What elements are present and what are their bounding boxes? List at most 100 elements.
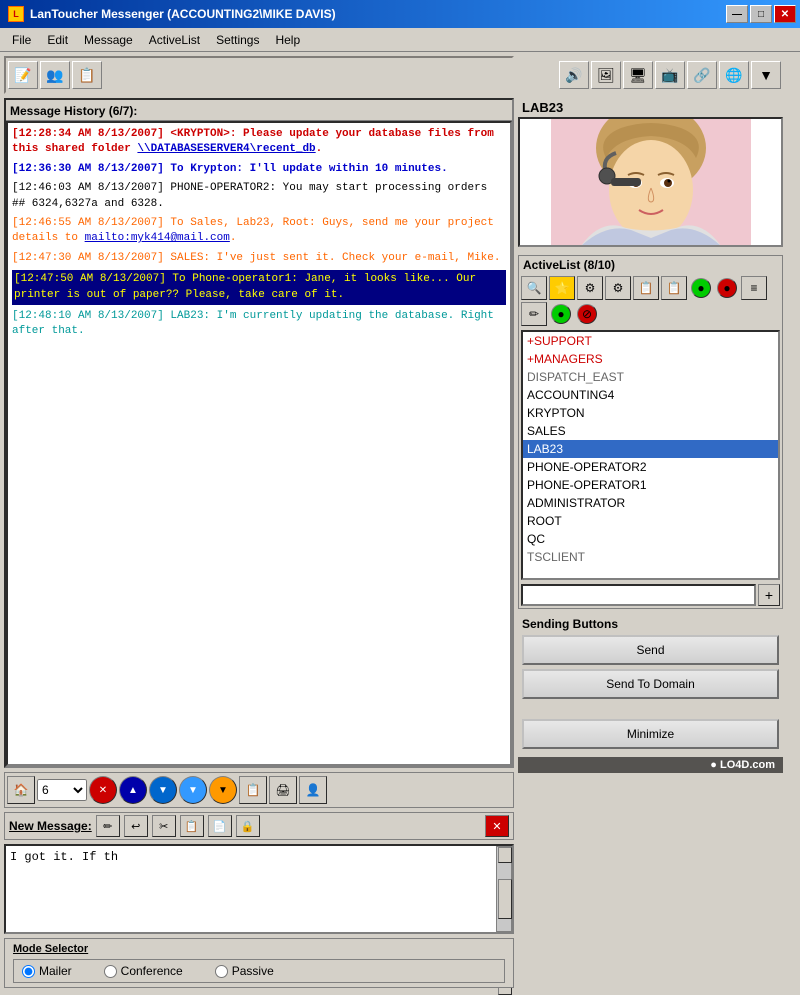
email-link[interactable]: mailto:myk414@mail.com — [85, 232, 230, 244]
search-input[interactable] — [521, 584, 756, 606]
format-cut-button[interactable]: ✂ — [152, 815, 176, 837]
right-panel: 🔊 🖼 🖥 📺 🔗 🌐 ▼ LAB23 — [518, 56, 783, 988]
al-btn-6[interactable]: 📋 — [661, 276, 687, 300]
al-item-krypton[interactable]: KRYPTON — [523, 404, 778, 422]
mode-mailer-radio[interactable] — [22, 965, 35, 978]
toolbar-copy-button[interactable]: ▼ — [209, 776, 237, 804]
al-item-phone-op1[interactable]: PHONE-OPERATOR1 — [523, 476, 778, 494]
toolbar-down-button[interactable]: ▼ — [149, 776, 177, 804]
toolbar-contacts-button[interactable]: 👥 — [40, 61, 70, 89]
title-bar: L LanToucher Messenger (ACCOUNTING2\MIKE… — [0, 0, 800, 28]
message-scrollbar[interactable] — [496, 846, 512, 932]
right-toolbar: 🔊 🖼 🖥 📺 🔗 🌐 ▼ — [518, 56, 783, 94]
al-online-green[interactable]: ● — [691, 278, 711, 298]
al-btn-2[interactable]: ⭐ — [549, 276, 575, 300]
minimize-window-button[interactable]: — — [726, 5, 748, 23]
toolbar-block-button[interactable]: ✕ — [89, 776, 117, 804]
format-undo-button[interactable]: ↩ — [124, 815, 148, 837]
close-window-button[interactable]: ✕ — [774, 5, 796, 23]
message-input-area: I got it. If th — [4, 844, 514, 934]
menu-activelist[interactable]: ActiveList — [141, 31, 208, 49]
al-item-qc[interactable]: QC — [523, 530, 778, 548]
al-item-managers[interactable]: +MANAGERS — [523, 350, 778, 368]
toolbar-contacts2-button[interactable]: 📋 — [239, 776, 267, 804]
send-to-domain-button[interactable]: Send To Domain — [522, 669, 779, 699]
menu-edit[interactable]: Edit — [39, 31, 76, 49]
al-btn-list[interactable]: ≡ — [741, 276, 767, 300]
mode-conference[interactable]: Conference — [104, 964, 183, 978]
mode-selector: Mode Selector Mailer Conference Passive — [4, 938, 514, 988]
maximize-window-button[interactable]: □ — [750, 5, 772, 23]
al-btn-1[interactable]: 🔍 — [521, 276, 547, 300]
search-add-button[interactable]: + — [758, 584, 780, 606]
message-history[interactable]: [12:28:34 AM 8/13/2007] <KRYPTON>: Pleas… — [6, 121, 512, 766]
al-btn-5[interactable]: 📋 — [633, 276, 659, 300]
menu-help[interactable]: Help — [267, 31, 308, 49]
toolbar-up-button[interactable]: ▲ — [119, 776, 147, 804]
mode-passive-radio[interactable] — [215, 965, 228, 978]
toolbar-down2-button[interactable]: ▼ — [179, 776, 207, 804]
priority-select[interactable]: 6 1 2 3 4 5 7 8 9 10 — [37, 779, 87, 801]
mode-conference-radio[interactable] — [104, 965, 117, 978]
rt-network-button[interactable]: 🌐 — [719, 61, 749, 89]
message-2: [12:36:30 AM 8/13/2007] To Krypton: I'll… — [12, 162, 506, 177]
message-input[interactable]: I got it. If th — [6, 846, 496, 932]
scrollbar-thumb[interactable] — [498, 879, 512, 919]
db-link[interactable]: \\DATABASESERVER4\recent_db — [137, 143, 315, 155]
rt-dropdown-button[interactable]: ▼ — [751, 61, 781, 89]
message-1: [12:28:34 AM 8/13/2007] <KRYPTON>: Pleas… — [12, 127, 506, 158]
active-list-toolbar: 🔍 ⭐ ⚙ ⚙ 📋 📋 ● ● ≡ ✏ ● ⊘ — [519, 274, 782, 328]
format-pencil-button[interactable]: ✏ — [96, 815, 120, 837]
send-button[interactable]: Send — [522, 635, 779, 665]
rt-monitor2-button[interactable]: 📺 — [655, 61, 685, 89]
toolbar-compose-button[interactable]: 📝 — [8, 61, 38, 89]
main-container: 📝 👥 📋 Message History (6/7): [12:28:34 A… — [0, 52, 800, 992]
mode-passive[interactable]: Passive — [215, 964, 274, 978]
al-item-lab23[interactable]: LAB23 — [523, 440, 778, 458]
format-copy-button[interactable]: 📄 — [208, 815, 232, 837]
al-item-admin[interactable]: ADMINISTRATOR — [523, 494, 778, 512]
format-paste-button[interactable]: 📋 — [180, 815, 204, 837]
rt-image-button[interactable]: 🖼 — [591, 61, 621, 89]
rt-link-button[interactable]: 🔗 — [687, 61, 717, 89]
al-btn-4[interactable]: ⚙ — [605, 276, 631, 300]
format-extra-button[interactable]: ✕ — [485, 815, 509, 837]
window-title: LanToucher Messenger (ACCOUNTING2\MIKE D… — [30, 7, 336, 21]
watermark: ● LO4D.com — [518, 757, 783, 773]
al-offline-red[interactable]: ● — [717, 278, 737, 298]
toolbar-print-button[interactable]: 🖨 — [269, 776, 297, 804]
avatar-image — [518, 117, 783, 247]
mode-mailer[interactable]: Mailer — [22, 964, 72, 978]
search-row: + — [519, 582, 782, 608]
al-btn-online2[interactable]: ● — [551, 304, 571, 324]
minimize-button[interactable]: Minimize — [522, 719, 779, 749]
al-btn-edit[interactable]: ✏ — [521, 302, 547, 326]
al-item-sales[interactable]: SALES — [523, 422, 778, 440]
message-history-container: Message History (6/7): [12:28:34 AM 8/13… — [4, 98, 514, 768]
menu-message[interactable]: Message — [76, 31, 141, 49]
al-btn-3[interactable]: ⚙ — [577, 276, 603, 300]
rt-sound-button[interactable]: 🔊 — [559, 61, 589, 89]
toolbar-user-button[interactable]: 👤 — [299, 776, 327, 804]
active-list-items[interactable]: +SUPPORT +MANAGERS DISPATCH_EAST ACCOUNT… — [521, 330, 780, 580]
avatar-section: LAB23 — [518, 98, 783, 247]
menu-settings[interactable]: Settings — [208, 31, 267, 49]
minimize-section: Minimize — [518, 715, 783, 753]
al-item-root[interactable]: ROOT — [523, 512, 778, 530]
al-btn-block[interactable]: ⊘ — [577, 304, 597, 324]
al-item-tsclient[interactable]: TSCLIENT — [523, 548, 778, 566]
avatar-name: LAB23 — [518, 98, 783, 117]
rt-monitor-button[interactable]: 🖥 — [623, 61, 653, 89]
menu-file[interactable]: File — [4, 31, 39, 49]
toolbar-history-button[interactable]: 📋 — [72, 61, 102, 89]
message-5: [12:47:30 AM 8/13/2007] SALES: I've just… — [12, 251, 506, 266]
al-item-phone-op2[interactable]: PHONE-OPERATOR2 — [523, 458, 778, 476]
al-item-accounting4[interactable]: ACCOUNTING4 — [523, 386, 778, 404]
top-toolbar: 📝 👥 📋 — [4, 56, 514, 94]
left-panel: 📝 👥 📋 Message History (6/7): [12:28:34 A… — [4, 56, 514, 988]
al-item-support[interactable]: +SUPPORT — [523, 332, 778, 350]
format-lock-button[interactable]: 🔒 — [236, 815, 260, 837]
message-7: [12:48:10 AM 8/13/2007] LAB23: I'm curre… — [12, 309, 506, 340]
toolbar-home-button[interactable]: 🏠 — [7, 776, 35, 804]
al-item-dispatch[interactable]: DISPATCH_EAST — [523, 368, 778, 386]
